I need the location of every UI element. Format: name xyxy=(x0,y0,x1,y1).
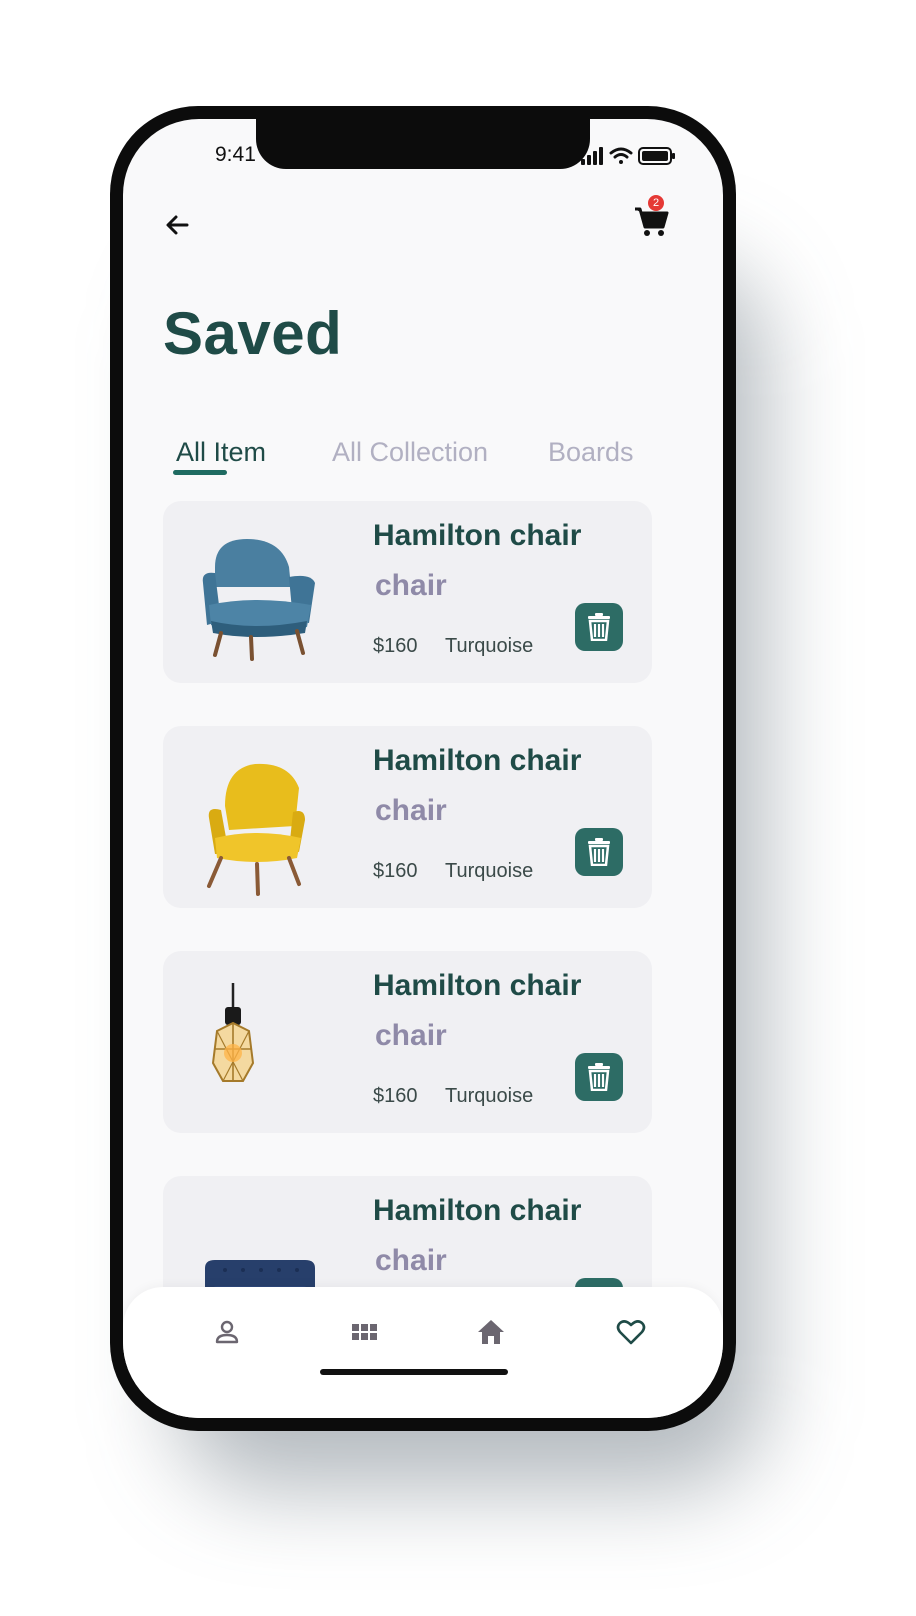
item-price: $160 xyxy=(373,860,418,882)
status-time: 9:41 xyxy=(215,143,256,166)
phone-frame: 9:41 2 Saved All Item All Collection Boa… xyxy=(110,106,736,1431)
delete-button[interactable] xyxy=(575,828,623,876)
tab-boards[interactable]: Boards xyxy=(548,437,634,468)
item-name: Hamilton chair xyxy=(373,1194,582,1227)
trash-icon xyxy=(588,838,610,866)
saved-item-card[interactable]: Hamilton chair chair $160 Turquoise xyxy=(163,951,652,1133)
cart-badge: 2 xyxy=(648,195,664,211)
item-name: Hamilton chair xyxy=(373,969,582,1002)
status-icons xyxy=(581,147,675,165)
delete-button[interactable] xyxy=(575,1053,623,1101)
delete-button[interactable] xyxy=(575,603,623,651)
bottom-navigation xyxy=(123,1287,723,1418)
profile-icon[interactable] xyxy=(212,1317,242,1347)
app-screen: 9:41 2 Saved All Item All Collection Boa… xyxy=(123,119,723,1418)
home-icon[interactable] xyxy=(476,1317,506,1347)
grid-icon[interactable] xyxy=(349,1317,379,1347)
trash-icon xyxy=(588,1063,610,1091)
tab-all-collection[interactable]: All Collection xyxy=(332,437,488,468)
yellow-armchair-image xyxy=(207,763,305,896)
canvas: 9:41 2 Saved All Item All Collection Boa… xyxy=(0,0,916,1616)
active-tab-indicator xyxy=(173,470,227,475)
item-color: Turquoise xyxy=(445,860,534,882)
item-category: chair xyxy=(375,1244,447,1277)
home-indicator xyxy=(320,1369,508,1375)
item-color: Turquoise xyxy=(445,1085,534,1107)
battery-icon xyxy=(638,147,675,165)
page-title: Saved xyxy=(163,300,343,367)
item-price: $160 xyxy=(373,635,418,657)
tab-all-item[interactable]: All Item xyxy=(176,437,266,468)
item-color: Turquoise xyxy=(445,635,534,657)
signal-icon xyxy=(581,147,603,165)
blue-armchair-image xyxy=(202,539,315,661)
item-category: chair xyxy=(375,1019,447,1052)
saved-item-card[interactable]: Hamilton chair chair $160 Turquoise xyxy=(163,726,652,908)
item-price: $160 xyxy=(373,1085,418,1107)
trash-icon xyxy=(588,613,610,641)
wifi-icon xyxy=(609,147,633,164)
heart-icon[interactable] xyxy=(616,1317,646,1347)
saved-item-card[interactable]: Hamilton chair chair $160 Turquoise xyxy=(163,501,652,683)
item-category: chair xyxy=(375,794,447,827)
pendant-lamp-image xyxy=(211,983,255,1082)
item-name: Hamilton chair xyxy=(373,744,582,777)
back-arrow-icon[interactable] xyxy=(163,211,191,239)
item-category: chair xyxy=(375,569,447,602)
notch xyxy=(256,119,590,169)
item-name: Hamilton chair xyxy=(373,519,582,552)
